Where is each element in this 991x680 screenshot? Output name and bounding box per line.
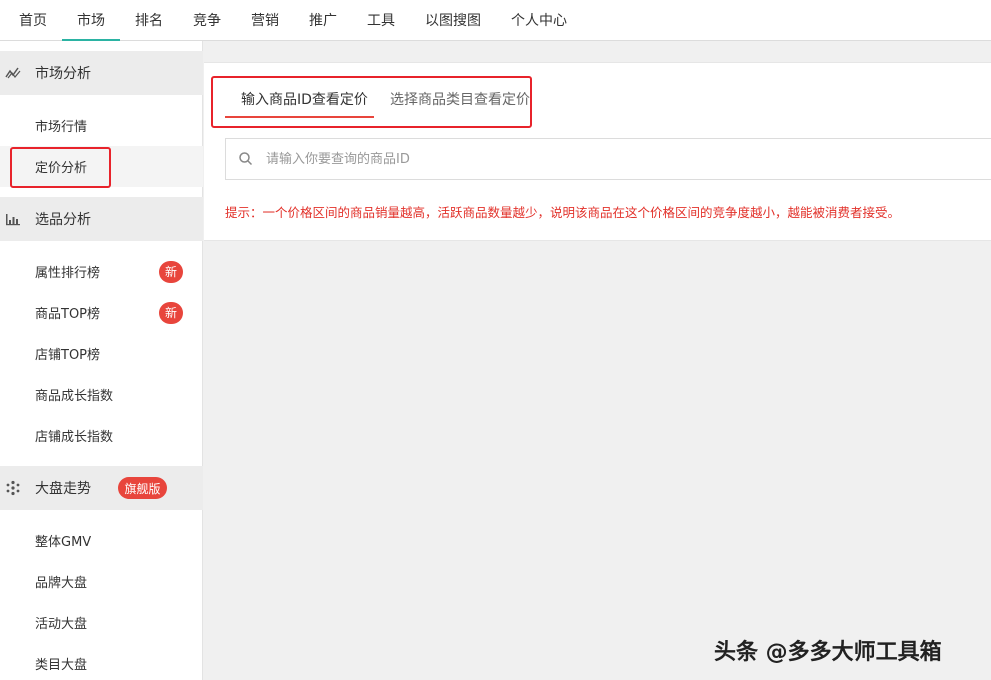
sidebar-item-pricing-analysis[interactable]: 定价分析: [0, 146, 203, 187]
tab-input-product-id[interactable]: 输入商品ID查看定价: [241, 89, 368, 109]
sidebar-item-label: 店铺成长指数: [35, 430, 114, 445]
sidebar-item-activity-market[interactable]: 活动大盘: [0, 602, 203, 643]
section-market-analysis[interactable]: 市场分析: [0, 51, 203, 95]
section-market-trend[interactable]: 大盘走势 旗舰版: [0, 466, 203, 510]
nav-personal-center[interactable]: 个人中心: [511, 0, 567, 40]
nav-ranking[interactable]: 排名: [135, 0, 163, 40]
sidebar-item-product-top[interactable]: 商品TOP榜 新: [0, 292, 203, 333]
trend-line-icon: [5, 65, 21, 81]
active-tab-indicator: [225, 116, 374, 118]
sidebar-item-label: 活动大盘: [35, 617, 88, 632]
section-product-selection[interactable]: 选品分析: [0, 197, 203, 241]
sidebar-item-label: 整体GMV: [35, 535, 92, 550]
sidebar-item-label: 属性排行榜: [35, 266, 101, 281]
sidebar-item-brand-market[interactable]: 品牌大盘: [0, 561, 203, 602]
hint-text: 提示：一个价格区间的商品销量越高，活跃商品数量越少，说明该商品在这个价格区间的竞…: [225, 205, 901, 220]
product-id-input[interactable]: [266, 147, 866, 171]
sidebar-item-label: 类目大盘: [35, 658, 88, 673]
nav-competition[interactable]: 竞争: [193, 0, 221, 40]
new-badge: 新: [159, 260, 183, 283]
sidebar-item-attribute-ranking[interactable]: 属性排行榜 新: [0, 251, 203, 292]
search-box: [225, 138, 991, 180]
section-title: 市场分析: [35, 66, 91, 82]
watermark-text: 头条 @多多大师工具箱: [714, 640, 942, 665]
sidebar-item-label: 市场行情: [35, 120, 88, 135]
nav-promotion[interactable]: 推广: [309, 0, 337, 40]
nav-marketing[interactable]: 营销: [251, 0, 279, 40]
nav-market[interactable]: 市场: [62, 0, 120, 41]
sidebar-item-store-growth[interactable]: 店铺成长指数: [0, 415, 203, 456]
sidebar-item-overall-gmv[interactable]: 整体GMV: [0, 520, 203, 561]
top-nav: 首页 市场 排名 竞争 营销 推广 工具 以图搜图 个人中心: [0, 0, 991, 41]
nav-tools[interactable]: 工具: [367, 0, 395, 40]
new-badge: 新: [159, 301, 183, 324]
sidebar-item-store-top[interactable]: 店铺TOP榜: [0, 333, 203, 374]
sparkle-icon: [5, 480, 21, 496]
bar-chart-icon: [5, 211, 21, 227]
sidebar-item-category-market[interactable]: 类目大盘: [0, 643, 203, 680]
sidebar-item-product-growth[interactable]: 商品成长指数: [0, 374, 203, 415]
sidebar-item-label: 店铺TOP榜: [35, 348, 101, 363]
tab-select-category[interactable]: 选择商品类目查看定价: [390, 89, 530, 109]
nav-home[interactable]: 首页: [19, 0, 47, 40]
section-title: 大盘走势: [35, 481, 91, 497]
flagship-badge: 旗舰版: [118, 477, 167, 499]
sidebar: 市场分析 市场行情 定价分析 选品分析 属性排行榜 新 商品TOP榜 新 店铺T…: [0, 41, 203, 680]
section-title: 选品分析: [35, 212, 91, 228]
sidebar-item-market-quotes[interactable]: 市场行情: [0, 105, 203, 146]
sidebar-item-label: 品牌大盘: [35, 576, 88, 591]
nav-image-search[interactable]: 以图搜图: [425, 0, 481, 40]
sidebar-item-label: 商品TOP榜: [35, 307, 101, 322]
sidebar-item-label: 定价分析: [35, 161, 88, 176]
sidebar-item-label: 商品成长指数: [35, 389, 114, 404]
search-icon: [238, 151, 254, 167]
